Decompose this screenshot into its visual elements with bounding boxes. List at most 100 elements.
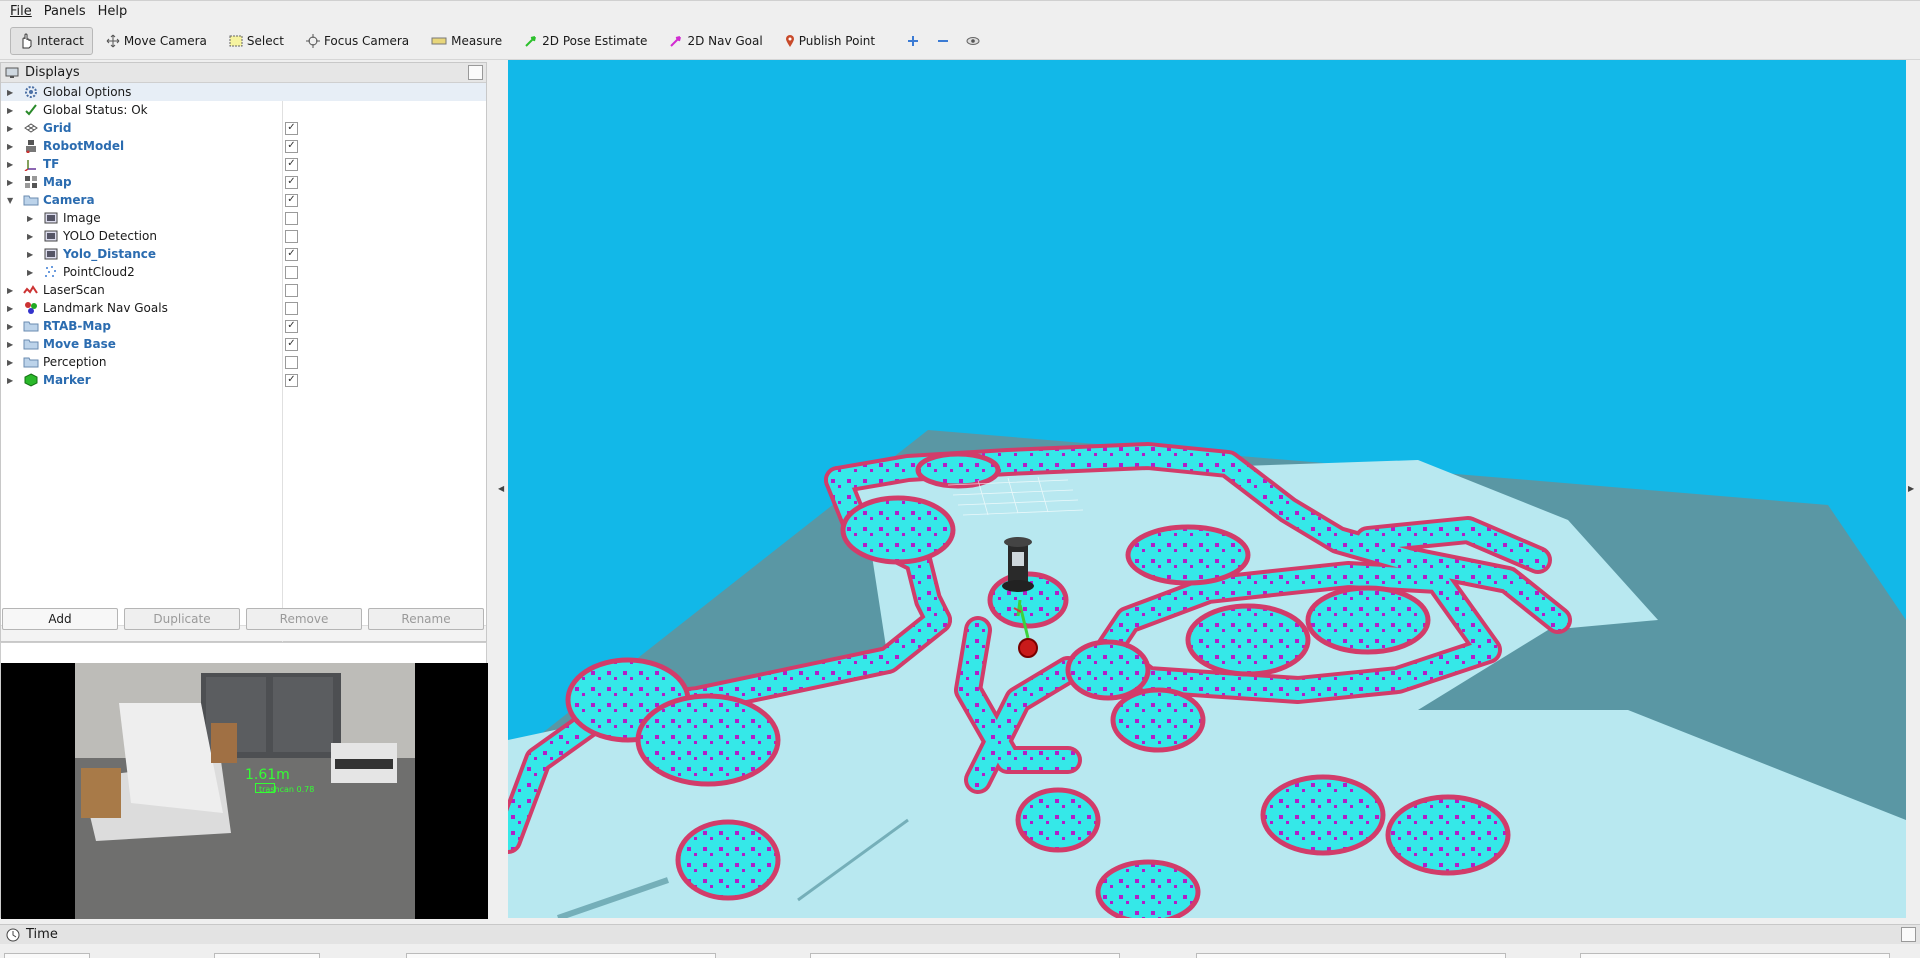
select-box-icon [229,35,243,46]
expand-arrow-icon[interactable]: ▶ [7,106,17,115]
display-enable-checkbox[interactable]: ✓ [285,175,298,189]
robot-icon [23,139,39,153]
expand-arrow-icon[interactable]: ▶ [7,160,17,169]
expand-arrow-icon[interactable]: ▶ [7,376,17,385]
focus-camera-tool-button[interactable]: Focus Camera [297,27,418,55]
tree-row-image[interactable]: ▶ Image [1,209,486,227]
collapse-left-icon[interactable]: ◀ [498,484,504,493]
monitor-icon [5,67,19,78]
move-camera-tool-button[interactable]: Move Camera [97,27,216,55]
tree-item-label: LaserScan [43,283,105,297]
menu-bar: File Panels Help [0,0,1920,22]
render-viewport-3d[interactable] [508,60,1906,918]
displays-close-button[interactable] [468,65,483,80]
expand-arrow-icon[interactable]: ▶ [7,124,17,133]
camera-feed-image [1,663,488,919]
display-enable-checkbox[interactable] [285,211,298,225]
measure-tool-button[interactable]: Measure [422,27,511,55]
displays-title: Displays [25,65,80,80]
add-tool-button[interactable] [900,28,926,54]
measure-label: Measure [451,33,503,48]
publish-point-tool-button[interactable]: Publish Point [776,27,884,55]
expand-arrow-icon[interactable]: ▶ [27,232,37,241]
display-enable-checkbox[interactable]: ✓ [285,193,298,207]
tree-item-label: Global Options [43,85,132,99]
expand-arrow-icon[interactable]: ▶ [7,286,17,295]
expand-arrow-icon[interactable]: ▶ [27,214,37,223]
display-enable-checkbox[interactable] [285,355,298,369]
tree-row-marker[interactable]: ▶ Marker ✓ [1,371,486,389]
display-enable-checkbox[interactable]: ✓ [285,139,298,153]
tree-row-laserscan[interactable]: ▶ LaserScan [1,281,486,299]
tree-item-label: PointCloud2 [63,265,135,279]
time-field[interactable] [810,953,1120,958]
pose-estimate-tool-button[interactable]: 2D Pose Estimate [515,27,656,55]
tree-row-robotmodel[interactable]: ▶ RobotModel ✓ [1,137,486,155]
image-icon [43,211,59,225]
tree-item-label: Map [43,175,72,189]
time-field[interactable] [1580,953,1890,958]
tree-row-rtab-map[interactable]: ▶ RTAB-Map ✓ [1,317,486,335]
display-enable-checkbox[interactable]: ✓ [285,157,298,171]
display-enable-checkbox[interactable] [285,265,298,279]
hand-pointer-icon [22,33,32,48]
image-panel: 1.61m trashcan 0.78 [0,642,488,919]
tree-row-map[interactable]: ▶ Map ✓ [1,173,486,191]
tree-row-global-status-ok[interactable]: ▶ Global Status: Ok [1,101,486,119]
collapse-right-icon[interactable]: ▶ [1908,484,1914,493]
time-field[interactable] [4,953,90,958]
expand-arrow-icon[interactable]: ▶ [27,250,37,259]
menu-file[interactable]: File [4,4,38,19]
displays-tree: ▶ Global Options ▶ Global Status: Ok ▶ Grid ✓ ▶… [1,83,486,389]
expand-arrow-icon[interactable]: ▶ [7,142,17,151]
menu-panels[interactable]: Panels [38,4,92,19]
add-button[interactable]: Add [2,608,118,630]
remove-button[interactable]: Remove [246,608,362,630]
view-options-button[interactable] [960,28,986,54]
tree-row-grid[interactable]: ▶ Grid ✓ [1,119,486,137]
time-field[interactable] [1196,953,1506,958]
display-enable-checkbox[interactable]: ✓ [285,247,298,261]
display-enable-checkbox[interactable]: ✓ [285,337,298,351]
select-tool-button[interactable]: Select [220,27,293,55]
move-camera-label: Move Camera [123,33,207,48]
display-enable-checkbox[interactable] [285,229,298,243]
image-icon [43,229,59,243]
tree-row-perception[interactable]: ▶ Perception [1,353,486,371]
tree-row-landmark-nav-goals[interactable]: ▶ Landmark Nav Goals [1,299,486,317]
remove-tool-button[interactable] [930,28,956,54]
expand-arrow-icon[interactable]: ▶ [7,88,17,97]
nav-goal-tool-button[interactable]: 2D Nav Goal [660,27,771,55]
tree-row-pointcloud2[interactable]: ▶ PointCloud2 [1,263,486,281]
time-field[interactable] [406,953,716,958]
magenta-arrow-icon [670,35,682,47]
time-field[interactable] [214,953,320,958]
rename-button[interactable]: Rename [368,608,484,630]
expand-arrow-icon[interactable]: ▶ [7,178,17,187]
expand-arrow-icon[interactable]: ▶ [27,268,37,277]
tree-row-yolo-distance[interactable]: ▶ Yolo_Distance ✓ [1,245,486,263]
expand-arrow-icon[interactable]: ▶ [7,322,17,331]
menu-help[interactable]: Help [92,4,134,19]
tree-row-yolo-detection[interactable]: ▶ YOLO Detection [1,227,486,245]
interact-tool-button[interactable]: Interact [10,26,93,55]
publish-point-label: Publish Point [798,33,876,48]
tree-row-camera[interactable]: ▼ Camera ✓ [1,191,486,209]
expand-arrow-icon[interactable]: ▶ [7,304,17,313]
tree-row-global-options[interactable]: ▶ Global Options [1,83,486,101]
expand-arrow-icon[interactable]: ▶ [7,358,17,367]
display-enable-checkbox[interactable]: ✓ [285,319,298,333]
tree-row-move-base[interactable]: ▶ Move Base ✓ [1,335,486,353]
folder-icon [23,337,39,351]
expand-arrow-icon[interactable]: ▶ [7,340,17,349]
tree-row-tf[interactable]: ▶ TF ✓ [1,155,486,173]
display-enable-checkbox[interactable]: ✓ [285,121,298,135]
display-enable-checkbox[interactable] [285,301,298,315]
time-panel-header: Time [0,924,1920,944]
time-panel-close-button[interactable] [1901,927,1916,942]
duplicate-button[interactable]: Duplicate [124,608,240,630]
tree-item-label: Camera [43,193,95,207]
display-enable-checkbox[interactable] [285,283,298,297]
display-enable-checkbox[interactable]: ✓ [285,373,298,387]
collapse-arrow-icon[interactable]: ▼ [7,196,17,205]
